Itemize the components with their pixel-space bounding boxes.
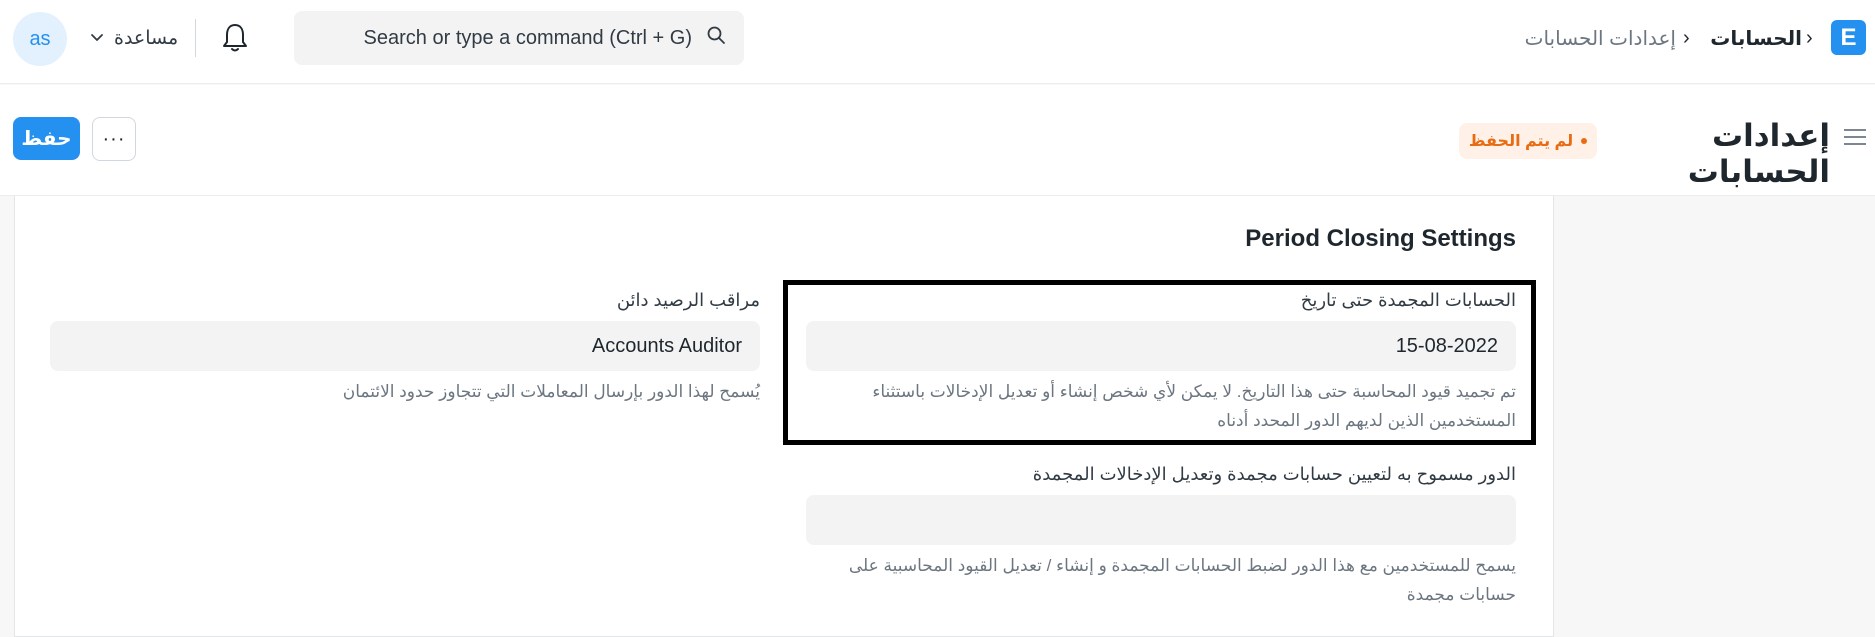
save-button[interactable]: حفظ bbox=[13, 117, 80, 160]
more-actions-button[interactable]: ··· bbox=[92, 117, 136, 161]
status-dot bbox=[1581, 138, 1588, 144]
credit-controller-label: مراقب الرصيد دائن bbox=[616, 290, 760, 310]
status-badge: لم يتم الحفظ bbox=[1459, 123, 1597, 159]
breadcrumb-separator: › bbox=[1683, 26, 1690, 49]
frozen-role-label: الدور مسموح به لتعيين حسابات مجمدة وتعدي… bbox=[1032, 464, 1516, 484]
hamburger-menu-icon[interactable] bbox=[1844, 129, 1866, 147]
credit-controller-input[interactable]: Accounts Auditor bbox=[50, 321, 760, 371]
frozen-role-input[interactable] bbox=[806, 495, 1516, 545]
bell-icon[interactable] bbox=[220, 21, 250, 55]
breadcrumb-accounts-settings[interactable]: إعدادات الحسابات bbox=[1500, 22, 1676, 54]
search-icon bbox=[706, 25, 726, 51]
breadcrumb-accounts[interactable]: الحسابات bbox=[1702, 22, 1802, 54]
app-logo-icon[interactable]: E bbox=[1831, 20, 1866, 55]
frozen-role-description: يسمح للمستخدمين مع هذا الدور لضبط الحساب… bbox=[848, 556, 1516, 604]
section-title: Period Closing Settings bbox=[1245, 225, 1516, 252]
chevron-down-icon bbox=[90, 27, 104, 49]
navbar-divider bbox=[195, 19, 196, 57]
credit-controller-description: يُسمح لهذا الدور بإرسال المعاملات التي ت… bbox=[342, 382, 760, 401]
page-title: إعدادات الحسابات bbox=[1687, 118, 1830, 189]
highlight-frame bbox=[783, 280, 1536, 445]
avatar[interactable]: as bbox=[13, 12, 67, 66]
help-dropdown[interactable]: مساعدة bbox=[90, 22, 178, 54]
breadcrumb-separator: › bbox=[1806, 26, 1813, 49]
search-input[interactable]: Search or type a command (Ctrl + G) bbox=[294, 11, 744, 65]
